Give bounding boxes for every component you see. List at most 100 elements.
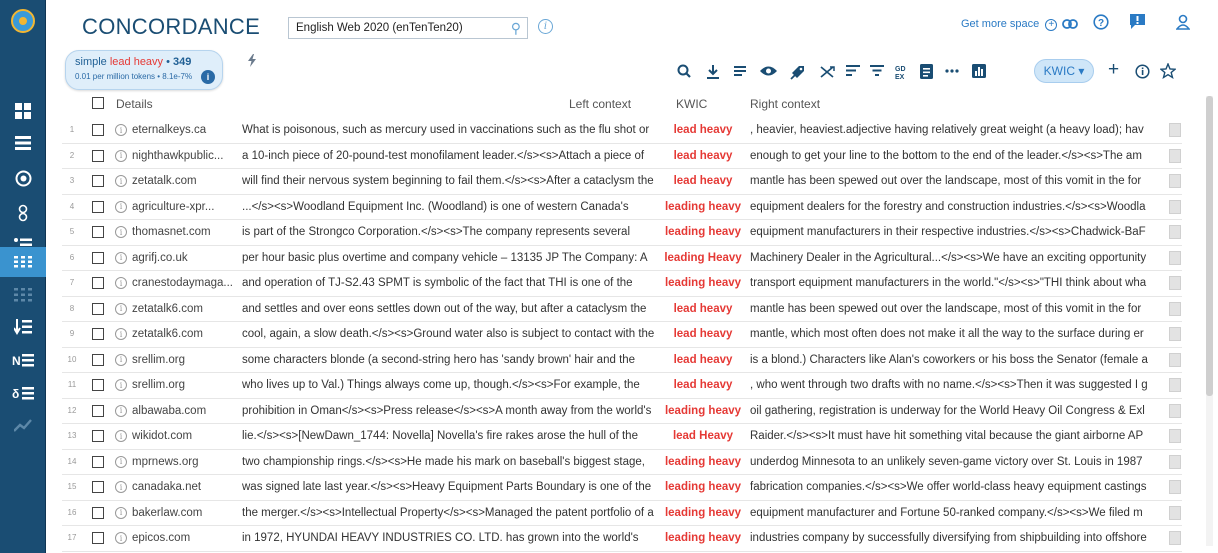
kwic-keyword[interactable]: lead heavy (658, 354, 748, 366)
kwic-view-dropdown[interactable]: KWIC ▾ (1034, 59, 1094, 83)
filter-icon[interactable] (870, 64, 884, 82)
download-icon[interactable] (706, 64, 720, 85)
left-context[interactable]: lie.</s><s>[NewDawn_1744: Novella] Novel… (242, 430, 658, 442)
row-info-icon[interactable]: i (115, 404, 127, 417)
source-domain[interactable]: zetatalk6.com (132, 303, 242, 315)
row-checkbox[interactable] (92, 430, 104, 442)
source-domain[interactable]: zetatalk6.com (132, 328, 242, 340)
search-zoom-icon[interactable] (676, 64, 692, 85)
right-context[interactable]: mantle, which most often does not make i… (750, 328, 1170, 340)
right-context[interactable]: , who went through two drafts with no na… (750, 379, 1170, 391)
document-view-icon[interactable] (1169, 225, 1181, 239)
right-context[interactable]: equipment manufacturer and Fortune 50-ra… (750, 507, 1170, 519)
right-context[interactable]: industries company by successfully diver… (750, 532, 1170, 544)
keywords-sort-icon[interactable] (0, 312, 46, 342)
left-context[interactable]: who lives up to Val.) Things always come… (242, 379, 658, 391)
row-checkbox[interactable] (92, 175, 104, 187)
table-row[interactable]: 1 i eternalkeys.ca What is poisonous, such … (62, 118, 1182, 144)
source-domain[interactable]: agriculture-xpr... (132, 201, 242, 213)
right-context[interactable]: transport equipment manufacturers in the… (750, 277, 1170, 289)
left-context[interactable]: a 10-inch piece of 20-pound-test monofil… (242, 150, 658, 162)
left-context[interactable]: some characters blonde (a second-string … (242, 354, 658, 366)
left-context-column-header[interactable]: Left context (569, 97, 631, 111)
row-info-icon[interactable]: i (115, 481, 127, 493)
row-checkbox[interactable] (92, 353, 104, 366)
feedback-icon[interactable] (1130, 14, 1145, 33)
gdex-icon[interactable]: GD EX (894, 64, 908, 82)
concordance-nav-icon[interactable] (0, 247, 46, 277)
row-info-icon[interactable]: i (115, 506, 127, 519)
kwic-keyword[interactable]: leading heavy (658, 507, 748, 519)
source-domain[interactable]: epicos.com (132, 532, 242, 544)
select-all-checkbox[interactable] (92, 97, 104, 109)
document-view-icon[interactable] (1169, 250, 1181, 265)
row-checkbox[interactable] (92, 277, 104, 289)
table-row[interactable]: 16 i bakerlaw.com the merger.</s><s>Intelle… (62, 501, 1182, 526)
table-row[interactable]: 3 i zetatalk.com will find their nervous sy… (62, 169, 1182, 195)
help-icon[interactable]: ? (1093, 14, 1109, 34)
add-icon[interactable]: + (1108, 60, 1119, 79)
kwic-keyword[interactable]: lead heavy (658, 303, 748, 315)
document-view-icon[interactable] (1169, 174, 1181, 188)
kwic-keyword[interactable]: lead Heavy (658, 430, 748, 442)
row-checkbox[interactable] (92, 328, 104, 340)
row-checkbox[interactable] (92, 481, 104, 493)
document-view-icon[interactable] (1169, 505, 1181, 520)
document-view-icon[interactable] (1169, 480, 1181, 494)
left-context[interactable]: will find their nervous system beginning… (242, 175, 658, 187)
left-context[interactable]: prohibition in Oman</s><s>Press release<… (242, 405, 658, 417)
table-row[interactable]: 4 i agriculture-xpr... ...</s><s>Woodland E… (62, 195, 1182, 220)
document-view-icon[interactable] (1169, 378, 1181, 392)
kwic-keyword[interactable]: lead heavy (658, 175, 748, 187)
row-info-icon[interactable]: i (115, 226, 127, 238)
right-context[interactable]: Machinery Dealer in the Agricultural...<… (750, 252, 1170, 264)
table-row[interactable]: 13 i wikidot.com lie.</s><s>[NewDawn_1744: … (62, 424, 1182, 450)
row-info-icon[interactable]: i (115, 200, 127, 213)
details-column-header[interactable]: Details (116, 97, 153, 111)
source-domain[interactable]: nighthawkpublic... (132, 150, 242, 162)
left-context[interactable]: and operation of TJ-S2.43 SPMT is symbol… (242, 277, 658, 289)
target-circle-icon[interactable] (0, 163, 46, 193)
left-context[interactable]: ...</s><s>Woodland Equipment Inc. (Woodl… (242, 201, 658, 213)
kwic-keyword[interactable]: leading heavy (658, 201, 748, 213)
left-context[interactable]: the merger.</s><s>Intellectual Property<… (242, 507, 658, 519)
link-icon[interactable] (1062, 17, 1078, 33)
row-checkbox[interactable] (92, 302, 104, 315)
kwic-keyword[interactable]: leading heavy (658, 405, 748, 417)
table-row[interactable]: 15 i canadaka.net was signed late last year… (62, 475, 1182, 501)
left-context[interactable]: two championship rings.</s><s>He made hi… (242, 456, 658, 468)
table-row[interactable]: 10 i srellim.org some characters blonde (a … (62, 348, 1182, 373)
frequency-chart-icon[interactable] (972, 64, 986, 83)
user-account-icon[interactable] (1175, 14, 1191, 34)
row-info-icon[interactable]: i (115, 302, 127, 315)
right-context[interactable]: enough to get your line to the bottom to… (750, 150, 1170, 162)
right-context[interactable]: equipment dealers for the forestry and c… (750, 201, 1170, 213)
table-row[interactable]: 2 i nighthawkpublic... a 10-inch piece of 2… (62, 144, 1182, 169)
right-context[interactable]: is a blond.) Characters like Alan's cowo… (750, 354, 1170, 366)
right-context[interactable]: oil gathering, registration is underway … (750, 405, 1170, 417)
source-domain[interactable]: cranestodaymaga... (132, 277, 242, 289)
source-domain[interactable]: eternalkeys.ca (132, 124, 242, 136)
document-view-icon[interactable] (1169, 327, 1181, 341)
document-view-icon[interactable] (1169, 123, 1181, 137)
kwic-column-header[interactable]: KWIC (676, 97, 707, 111)
source-domain[interactable]: wikidot.com (132, 430, 242, 442)
left-context[interactable]: What is poisonous, such as mercury used … (242, 124, 658, 136)
star-favorite-icon[interactable] (1159, 62, 1177, 84)
more-options-icon[interactable] (945, 64, 959, 83)
source-domain[interactable]: srellim.org (132, 379, 242, 391)
left-context[interactable]: and settles and over eons settles down o… (242, 303, 658, 315)
dashboard-grid-icon[interactable] (0, 96, 46, 126)
row-checkbox[interactable] (92, 124, 104, 136)
left-context[interactable]: per hour basic plus overtime and company… (242, 252, 658, 264)
kwic-keyword[interactable]: leading heavy (658, 532, 748, 544)
right-context[interactable]: , heavier, heaviest.adjective having rel… (750, 124, 1170, 136)
search-icon[interactable]: ⚲ (511, 20, 521, 37)
document-view-icon[interactable] (1169, 429, 1181, 443)
row-checkbox[interactable] (92, 200, 104, 213)
kwic-keyword[interactable]: leading heavy (658, 456, 748, 468)
kwic-keyword[interactable]: leading heavy (658, 277, 748, 289)
kwic-keyword[interactable]: leading heavy (658, 481, 748, 493)
left-context[interactable]: cool, again, a slow death.</s><s>Ground … (242, 328, 658, 340)
row-info-icon[interactable]: i (115, 532, 127, 544)
